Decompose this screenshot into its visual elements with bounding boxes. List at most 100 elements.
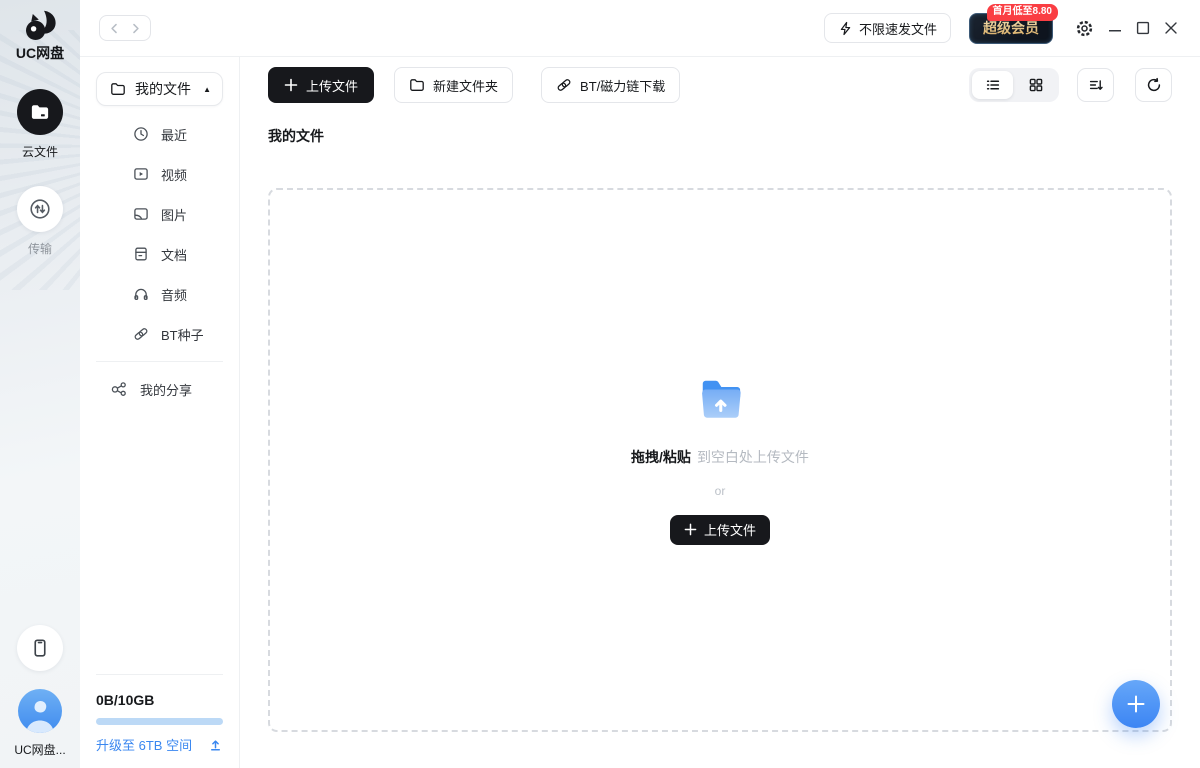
- folder-outline-icon: [110, 81, 126, 97]
- sidebar-item-recent[interactable]: 最近: [96, 114, 223, 154]
- sidebar-item-label: 文档: [161, 245, 187, 264]
- bt-magnet-download-button[interactable]: BT/磁力链下载: [541, 67, 680, 103]
- speed-share-button[interactable]: 不限速发文件: [824, 13, 951, 43]
- list-view-button[interactable]: [972, 71, 1013, 99]
- transfer-arrows-icon: [29, 198, 51, 220]
- plus-icon: [284, 78, 298, 92]
- sidebar-item-bt-seeds[interactable]: BT种子: [96, 314, 223, 354]
- main-panel: 上传文件 新建文件夹 BT/磁力链下: [240, 57, 1200, 768]
- page-title: 我的文件: [268, 126, 1172, 146]
- user-avatar[interactable]: [18, 689, 62, 733]
- plus-icon: [684, 523, 697, 536]
- sidebar-root-my-files[interactable]: 我的文件 ▲: [96, 72, 223, 106]
- lightning-icon: [838, 21, 853, 36]
- rail-label-transfer: 传输: [28, 240, 52, 257]
- phone-icon: [30, 638, 50, 658]
- sidebar-item-label: 我的分享: [140, 380, 192, 399]
- bt-magnet-download-label: BT/磁力链下载: [580, 76, 665, 95]
- sidebar: 我的文件 ▲ 最近 视频: [80, 57, 240, 768]
- back-button[interactable]: [109, 23, 120, 34]
- upgrade-row: 升级至 6TB 空间: [96, 735, 223, 754]
- close-button[interactable]: [1164, 21, 1178, 35]
- rail-bottom: UC网盘...: [14, 625, 65, 758]
- user-name-label: UC网盘...: [14, 741, 65, 758]
- grid-view-button[interactable]: [1015, 71, 1056, 99]
- image-icon: [133, 206, 149, 222]
- dropzone-text: 拖拽/粘贴 到空白处上传文件: [631, 447, 809, 467]
- dropzone-hint-label: 到空白处上传文件: [697, 447, 809, 467]
- sidebar-item-videos[interactable]: 视频: [96, 154, 223, 194]
- sidebar-item-label: BT种子: [161, 325, 204, 344]
- link-icon: [133, 326, 149, 342]
- sidebar-item-my-shares[interactable]: 我的分享: [96, 369, 223, 409]
- view-toggle: [969, 68, 1059, 102]
- topbar: 不限速发文件 首月低至8.80 超级会员: [80, 0, 1200, 57]
- forward-button[interactable]: [130, 23, 141, 34]
- upload-dropzone[interactable]: 拖拽/粘贴 到空白处上传文件 or 上传文件: [268, 188, 1172, 732]
- floating-add-button[interactable]: [1112, 680, 1160, 728]
- maximize-button[interactable]: [1136, 21, 1150, 35]
- list-view-icon: [985, 77, 1001, 93]
- plus-icon: [1126, 694, 1146, 714]
- grid-view-icon: [1028, 77, 1044, 93]
- storage-panel: 0B/10GB 升级至 6TB 空间: [96, 674, 223, 754]
- sidebar-item-images[interactable]: 图片: [96, 194, 223, 234]
- left-rail: UC网盘 云文件: [0, 0, 80, 768]
- uc-squirrel-logo-icon: [16, 10, 64, 42]
- upload-upgrade-icon[interactable]: [208, 737, 223, 752]
- speed-share-label: 不限速发文件: [859, 19, 937, 38]
- app-logo-label: UC网盘: [16, 43, 64, 63]
- caret-up-icon: ▲: [203, 85, 211, 94]
- sidebar-root-label: 我的文件: [135, 79, 191, 99]
- new-folder-button[interactable]: 新建文件夹: [394, 67, 513, 103]
- main-toolbar: 上传文件 新建文件夹 BT/磁力链下: [268, 67, 1172, 103]
- topbar-right: 不限速发文件 首月低至8.80 超级会员: [824, 13, 1178, 44]
- storage-divider: [96, 674, 223, 675]
- share-network-icon: [110, 380, 128, 398]
- upload-file-label: 上传文件: [306, 76, 358, 95]
- minimize-button[interactable]: [1108, 21, 1122, 35]
- refresh-button[interactable]: [1135, 68, 1172, 102]
- storage-usage-text: 0B/10GB: [96, 692, 223, 708]
- video-icon: [133, 166, 149, 182]
- rail-item-transfer[interactable]: 传输: [17, 186, 63, 257]
- sidebar-item-label: 音频: [161, 285, 187, 304]
- dropzone-or-label: or: [715, 484, 726, 498]
- sort-button[interactable]: [1077, 68, 1114, 102]
- vip-button-label: 超级会员: [983, 18, 1039, 38]
- rail-label-cloud: 云文件: [22, 143, 58, 160]
- mobile-app-button[interactable]: [17, 625, 63, 671]
- sort-icon: [1088, 77, 1104, 93]
- dropzone-upload-label: 上传文件: [704, 520, 756, 539]
- content-column: 不限速发文件 首月低至8.80 超级会员: [80, 0, 1200, 768]
- upgrade-link[interactable]: 升级至 6TB 空间: [96, 735, 192, 754]
- folder-outline-icon: [409, 77, 425, 93]
- sidebar-divider: [96, 361, 223, 362]
- vip-button[interactable]: 首月低至8.80 超级会员: [969, 13, 1053, 44]
- refresh-icon: [1146, 77, 1162, 93]
- link-icon: [556, 77, 572, 93]
- upload-file-button[interactable]: 上传文件: [268, 67, 374, 103]
- sidebar-item-documents[interactable]: 文档: [96, 234, 223, 274]
- dropzone-upload-button[interactable]: 上传文件: [670, 515, 770, 545]
- new-folder-label: 新建文件夹: [433, 76, 498, 95]
- history-nav: [99, 15, 151, 41]
- uc-drive-app: UC网盘 云文件: [0, 0, 1200, 768]
- sidebar-item-label: 视频: [161, 165, 187, 184]
- rail-item-cloud-files[interactable]: 云文件: [17, 89, 63, 160]
- folder-icon: [30, 102, 50, 122]
- content-row: 我的文件 ▲ 最近 视频: [80, 57, 1200, 768]
- sidebar-item-label: 图片: [161, 205, 187, 224]
- sidebar-item-audio[interactable]: 音频: [96, 274, 223, 314]
- headphones-icon: [133, 286, 149, 302]
- clock-icon: [133, 126, 149, 142]
- dropzone-drag-label: 拖拽/粘贴: [631, 447, 691, 467]
- app-logo: UC网盘: [16, 10, 64, 63]
- document-icon: [133, 246, 149, 262]
- sidebar-category-list: 最近 视频 图片: [96, 114, 223, 354]
- sidebar-item-label: 最近: [161, 125, 187, 144]
- settings-gear-icon[interactable]: [1075, 19, 1094, 38]
- toolbar-right: [969, 68, 1172, 102]
- vip-promo-badge: 首月低至8.80: [987, 4, 1058, 21]
- folder-upload-icon: [693, 376, 747, 422]
